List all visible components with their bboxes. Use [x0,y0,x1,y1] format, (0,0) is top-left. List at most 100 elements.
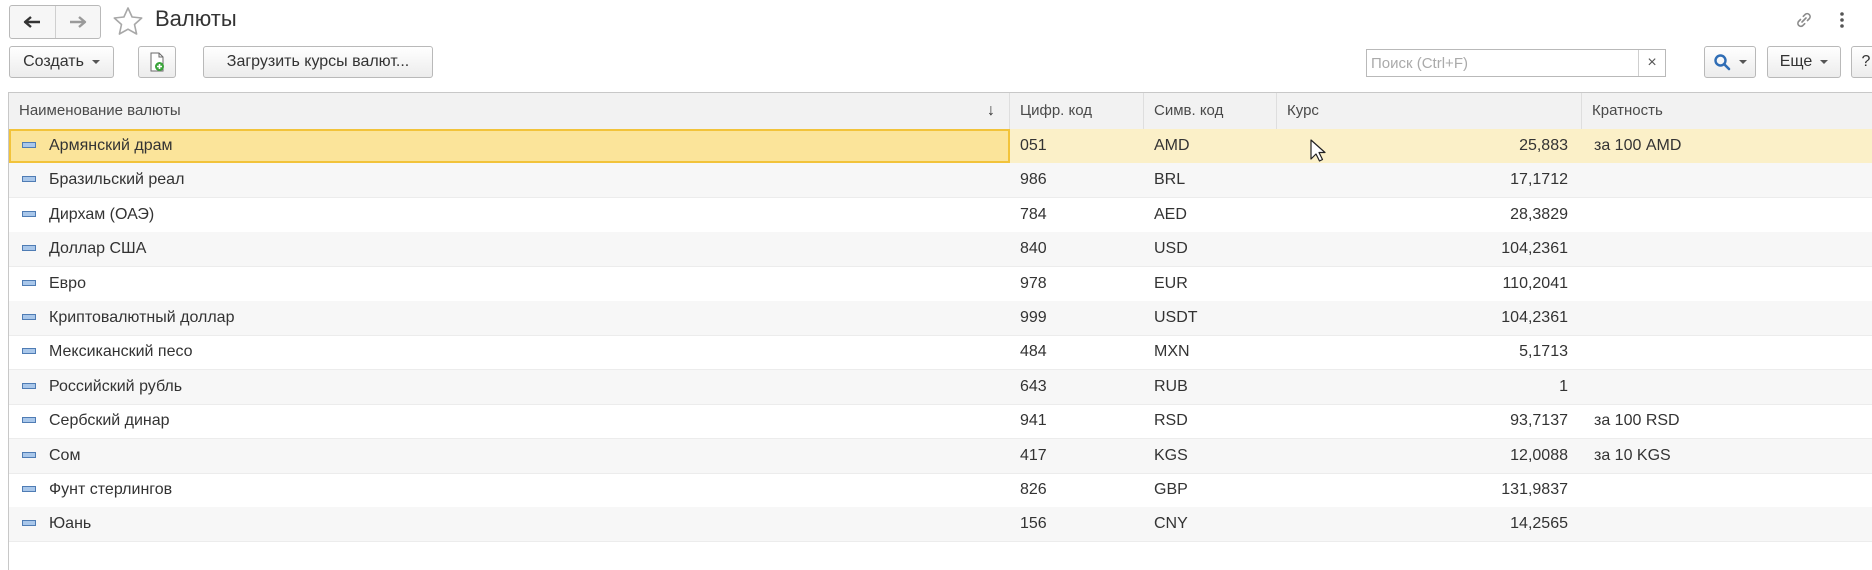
multiplier-cell[interactable] [1582,507,1872,541]
currency-name-cell[interactable]: Юань [9,507,1010,541]
num-code-cell[interactable]: 643 [1010,370,1144,404]
rate-cell[interactable]: 17,1712 [1277,163,1582,197]
table-row[interactable]: Доллар США 840 USD 104,2361 [9,232,1872,268]
currency-name-cell[interactable]: Сербский динар [9,404,1010,438]
currency-name-cell-text: Евро [49,274,86,292]
num-code-cell[interactable]: 840 [1010,232,1144,266]
column-header-num-code[interactable]: Цифр. код [1010,93,1144,129]
rate-cell[interactable]: 93,7137 [1277,404,1582,438]
multiplier-cell[interactable] [1582,301,1872,335]
sym-code-cell[interactable]: EUR [1144,267,1277,301]
sym-code-cell[interactable]: RSD [1144,404,1277,438]
column-header-multiplier[interactable]: Кратность [1582,93,1872,129]
num-code-cell[interactable]: 051 [1010,129,1144,163]
multiplier-cell[interactable]: за 100 RSD [1582,404,1872,438]
num-code-cell[interactable]: 156 [1010,507,1144,541]
sym-code-cell-text: CNY [1154,515,1188,533]
table-row[interactable]: Мексиканский песо 484 MXN 5,1713 [9,335,1872,371]
currency-name-cell-text: Фунт стерлингов [49,481,173,498]
rate-cell[interactable]: 104,2361 [1277,301,1582,335]
num-code-cell[interactable]: 784 [1010,198,1144,232]
rate-cell[interactable]: 104,2361 [1277,232,1582,266]
more-button[interactable]: Еще [1767,46,1841,78]
sym-code-cell[interactable]: KGS [1144,439,1277,473]
rate-cell[interactable]: 12,0088 [1277,439,1582,473]
sym-code-cell[interactable]: MXN [1144,335,1277,369]
currency-name-cell[interactable]: Криптовалютный доллар [9,301,1010,335]
multiplier-cell[interactable] [1582,232,1872,266]
column-header-rate[interactable]: Курс [1277,93,1582,129]
column-header-sym-code[interactable]: Симв. код [1144,93,1277,129]
rate-cell[interactable]: 28,3829 [1277,198,1582,232]
currency-name-cell[interactable]: Бразильский реал [9,163,1010,197]
sym-code-cell-text: KGS [1154,446,1188,464]
sym-code-cell-text: BRL [1154,171,1186,189]
table-row[interactable]: Фунт стерлингов 826 GBP 131,9837 [9,473,1872,508]
num-code-cell[interactable]: 826 [1010,473,1144,507]
table-row[interactable]: Бразильский реал 986 BRL 17,1712 [9,163,1872,199]
multiplier-cell[interactable] [1582,267,1872,301]
clear-search-button[interactable]: × [1638,50,1665,76]
table-row[interactable]: Сом 417 KGS 12,0088 за 10 KGS [9,438,1872,474]
add-copy-button[interactable] [138,46,176,78]
sym-code-cell[interactable]: GBP [1144,473,1277,507]
link-icon[interactable] [1794,10,1814,30]
currency-name-cell[interactable]: Армянский драм [9,129,1010,163]
rate-cell-text: 104,2361 [1501,240,1568,258]
currency-name-cell[interactable]: Евро [9,267,1010,301]
num-code-cell-text: 826 [1020,481,1047,498]
sym-code-cell[interactable]: USD [1144,232,1277,266]
table-row[interactable]: Армянский драм 051 AMD 25,883 за 100 AMD [9,129,1872,164]
column-header-name[interactable]: Наименование валюты ↓ [9,93,1010,129]
multiplier-cell[interactable]: за 10 KGS [1582,439,1872,473]
search-input[interactable] [1367,50,1638,76]
num-code-cell[interactable]: 986 [1010,163,1144,197]
table-row[interactable]: Евро 978 EUR 110,2041 [9,267,1872,302]
back-button[interactable] [10,6,55,38]
currency-name-cell[interactable]: Фунт стерлингов [9,473,1010,507]
table-row[interactable]: Сербский динар 941 RSD 93,7137 за 100 RSD [9,404,1872,440]
search-button[interactable] [1704,46,1756,78]
sym-code-cell[interactable]: AED [1144,198,1277,232]
rate-cell[interactable]: 110,2041 [1277,267,1582,301]
multiplier-cell[interactable] [1582,370,1872,404]
rate-cell[interactable]: 131,9837 [1277,473,1582,507]
table-row[interactable]: Юань 156 CNY 14,2565 [9,507,1872,543]
currency-name-cell[interactable]: Мексиканский песо [9,335,1010,369]
create-button[interactable]: Создать [9,46,114,78]
currency-name-cell[interactable]: Российский рубль [9,370,1010,404]
currency-name-cell[interactable]: Дирхам (ОАЭ) [9,198,1010,232]
multiplier-cell[interactable] [1582,473,1872,507]
sym-code-cell[interactable]: BRL [1144,163,1277,197]
multiplier-cell[interactable] [1582,198,1872,232]
rate-cell[interactable]: 1 [1277,370,1582,404]
multiplier-cell[interactable]: за 100 AMD [1582,129,1872,163]
num-code-cell[interactable]: 999 [1010,301,1144,335]
currency-name-cell-text: Дирхам (ОАЭ) [49,205,155,223]
help-button[interactable]: ? [1851,46,1872,78]
forward-button[interactable] [54,6,101,38]
currency-name-cell[interactable]: Доллар США [9,232,1010,266]
rate-cell[interactable]: 5,1713 [1277,335,1582,369]
num-code-cell[interactable]: 941 [1010,404,1144,438]
sym-code-cell[interactable]: AMD [1144,129,1277,163]
kebab-icon[interactable] [1838,10,1846,30]
sym-code-cell[interactable]: RUB [1144,370,1277,404]
table-row[interactable]: Криптовалютный доллар 999 USDT 104,2361 [9,301,1872,336]
sym-code-cell[interactable]: USDT [1144,301,1277,335]
table-row[interactable]: Дирхам (ОАЭ) 784 AED 28,3829 [9,198,1872,233]
star-icon[interactable] [112,6,144,36]
sym-code-cell[interactable]: CNY [1144,507,1277,541]
sym-code-cell-text: RUB [1154,377,1188,395]
multiplier-cell[interactable] [1582,335,1872,369]
multiplier-cell[interactable] [1582,163,1872,197]
num-code-cell[interactable]: 484 [1010,335,1144,369]
sym-code-cell-text: AMD [1154,137,1190,154]
rate-cell[interactable]: 14,2565 [1277,507,1582,541]
rate-cell-text: 12,0088 [1510,446,1568,464]
num-code-cell[interactable]: 978 [1010,267,1144,301]
num-code-cell[interactable]: 417 [1010,439,1144,473]
load-rates-button[interactable]: Загрузить курсы валют... [203,46,433,78]
table-row[interactable]: Российский рубль 643 RUB 1 [9,369,1872,405]
currency-name-cell[interactable]: Сом [9,439,1010,473]
